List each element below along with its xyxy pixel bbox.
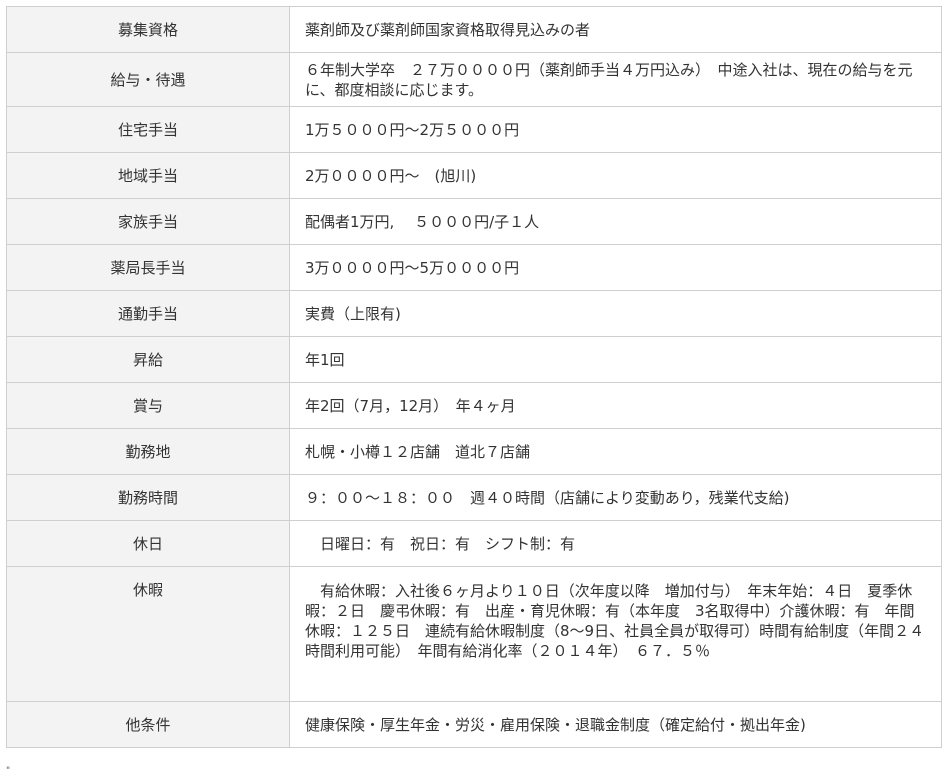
row-value: 実費（上限有) — [289, 290, 942, 337]
row-label: 勤務地 — [6, 428, 290, 475]
row-value: 札幌・小樽１２店舗 道北７店舗 — [289, 428, 942, 475]
row-label: 募集資格 — [6, 6, 290, 53]
row-value: 3万００００円～5万００００円 — [289, 244, 942, 291]
recruitment-terms-table: 募集資格 薬剤師及び薬剤師国家資格取得見込みの者 給与・待遇 ６年制大学卒 ２７… — [6, 6, 942, 748]
table-row: 住宅手当 1万５０００円～2万５０００円 — [6, 106, 942, 153]
row-value: 2万００００円～ (旭川) — [289, 152, 942, 199]
page: 募集資格 薬剤師及び薬剤師国家資格取得見込みの者 給与・待遇 ６年制大学卒 ２７… — [0, 0, 948, 776]
row-label: 通勤手当 — [6, 290, 290, 337]
table-row: 薬局長手当 3万００００円～5万００００円 — [6, 244, 942, 291]
row-label: 薬局長手当 — [6, 244, 290, 291]
table-row: 家族手当 配偶者1万円, ５０００円/子１人 — [6, 198, 942, 245]
row-value: 健康保険・厚生年金・労災・雇用保険・退職金制度（確定給付・拠出年金) — [289, 701, 942, 748]
table-row: 他条件 健康保険・厚生年金・労災・雇用保険・退職金制度（確定給付・拠出年金) — [6, 701, 942, 748]
row-label: 他条件 — [6, 701, 290, 748]
table-row: 勤務時間 ９：００～１８：００ 週４０時間（店舗により変動あり，残業代支給) — [6, 474, 942, 521]
row-value: 薬剤師及び薬剤師国家資格取得見込みの者 — [289, 6, 942, 53]
row-value: 年1回 — [289, 336, 942, 383]
row-value: ６年制大学卒 ２７万００００円（薬剤師手当４万円込み） 中途入社は、現在の給与を… — [289, 52, 942, 107]
table-row: 休日 日曜日：有 祝日：有 シフト制：有 — [6, 520, 942, 567]
row-label: 休暇 — [6, 566, 290, 702]
table-row: 通勤手当 実費（上限有) — [6, 290, 942, 337]
table-row: 昇給 年1回 — [6, 336, 942, 383]
row-value: 年2回（7月，12月） 年４ヶ月 — [289, 382, 942, 429]
table-row: 勤務地 札幌・小樽１２店舗 道北７店舗 — [6, 428, 942, 475]
table-row: 給与・待遇 ６年制大学卒 ２７万００００円（薬剤師手当４万円込み） 中途入社は、… — [6, 52, 942, 107]
row-label: 賞与 — [6, 382, 290, 429]
row-label: 給与・待遇 — [6, 52, 290, 107]
row-value: 1万５０００円～2万５０００円 — [289, 106, 942, 153]
row-value: 配偶者1万円, ５０００円/子１人 — [289, 198, 942, 245]
row-value: 日曜日：有 祝日：有 シフト制：有 — [289, 520, 942, 567]
row-label: 家族手当 — [6, 198, 290, 245]
row-label: 地域手当 — [6, 152, 290, 199]
table-row: 休暇 有給休暇：入社後６ヶ月より１０日（次年度以降 増加付与） 年末年始：４日 … — [6, 566, 942, 702]
table-row: 賞与 年2回（7月，12月） 年４ヶ月 — [6, 382, 942, 429]
footnote-mark: " — [6, 766, 11, 776]
row-label: 休日 — [6, 520, 290, 567]
table-row: 募集資格 薬剤師及び薬剤師国家資格取得見込みの者 — [6, 6, 942, 53]
row-label: 昇給 — [6, 336, 290, 383]
table-row: 地域手当 2万００００円～ (旭川) — [6, 152, 942, 199]
row-label: 住宅手当 — [6, 106, 290, 153]
row-label: 勤務時間 — [6, 474, 290, 521]
row-value: ９：００～１８：００ 週４０時間（店舗により変動あり，残業代支給) — [289, 474, 942, 521]
row-value: 有給休暇：入社後６ヶ月より１０日（次年度以降 増加付与） 年末年始：４日 夏季休… — [289, 566, 942, 702]
